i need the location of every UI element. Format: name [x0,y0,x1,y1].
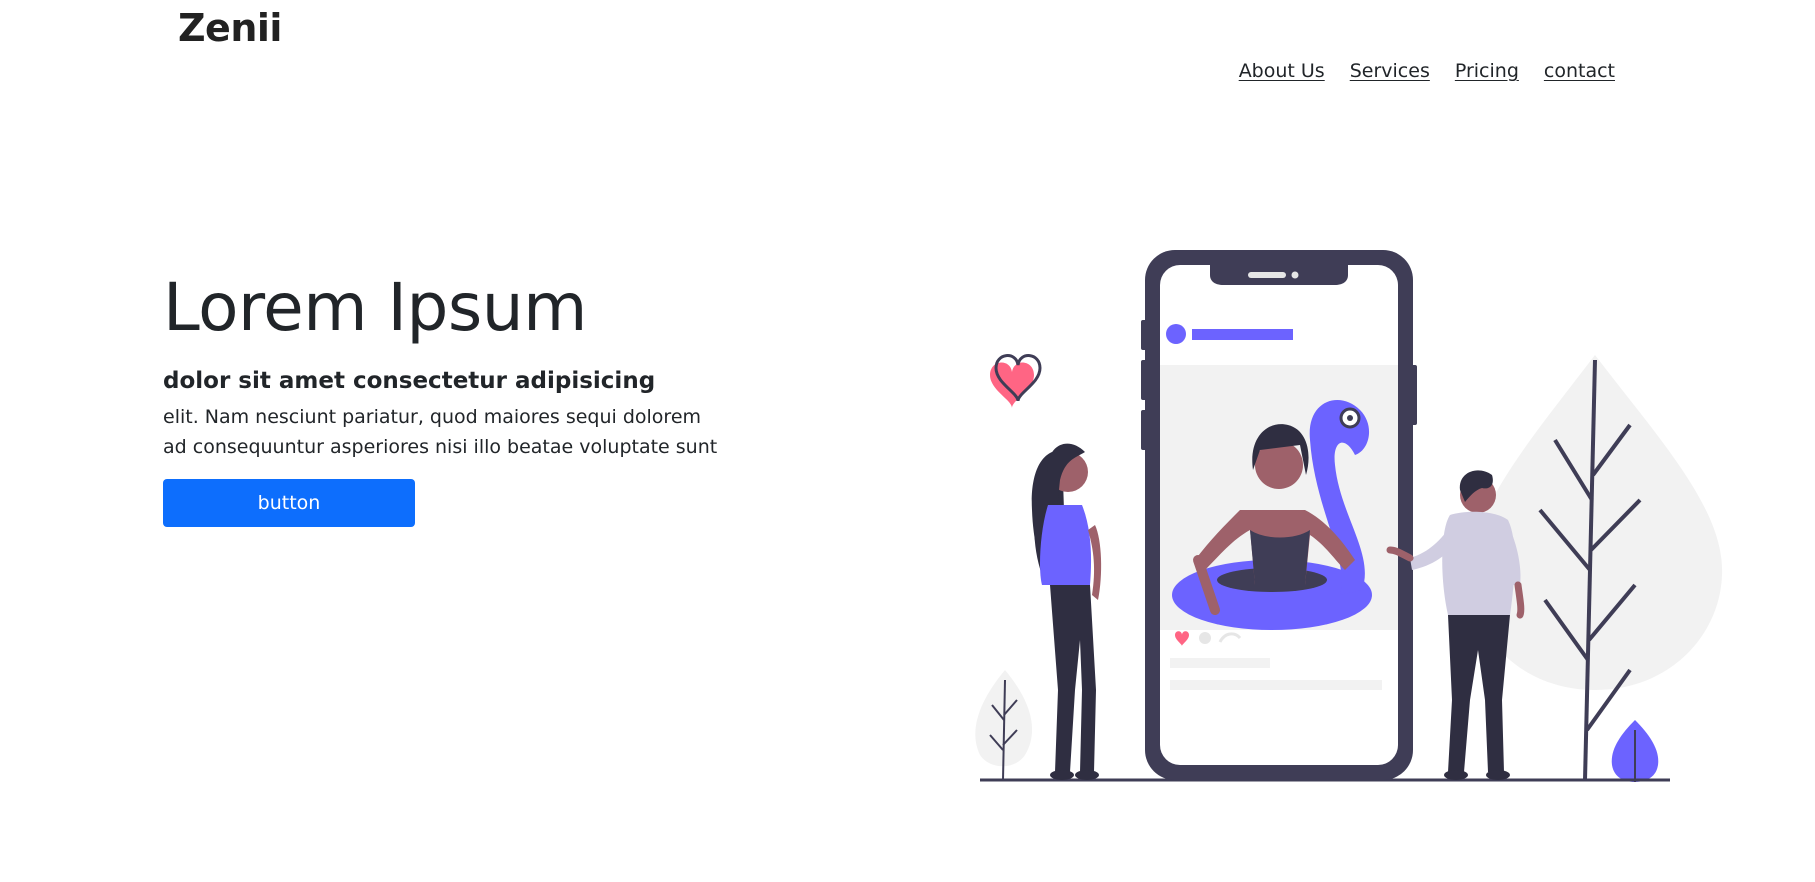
nav-link-services[interactable]: Services [1350,60,1430,82]
hero-description: elit. Nam nesciunt pariatur, quod maiore… [163,405,718,458]
woman-standing-figure [1031,443,1102,780]
nav-link-about-us[interactable]: About Us [1239,60,1325,82]
post-username-bar [1192,329,1293,340]
hero-illustration [975,250,1723,782]
post-caption-line-2 [1170,680,1382,690]
hero-title: Lorem Ipsum [163,269,587,346]
landing-page: Zenii About Us Services Pricing contact … [0,0,1815,882]
post-comment-icon [1199,632,1211,644]
brand-logo[interactable]: Zenii [178,6,282,50]
main-nav: About Us Services Pricing contact [1239,60,1615,82]
nav-link-contact[interactable]: contact [1544,60,1615,82]
hero-subtitle: dolor sit amet consectetur adipisicing [163,367,656,394]
post-avatar [1166,324,1186,344]
hero-cta-button[interactable]: button [163,478,415,527]
hero-section: Lorem Ipsum dolor sit amet consectetur a… [163,270,763,527]
post-caption-line [1170,658,1270,668]
nav-link-pricing[interactable]: Pricing [1455,60,1519,82]
